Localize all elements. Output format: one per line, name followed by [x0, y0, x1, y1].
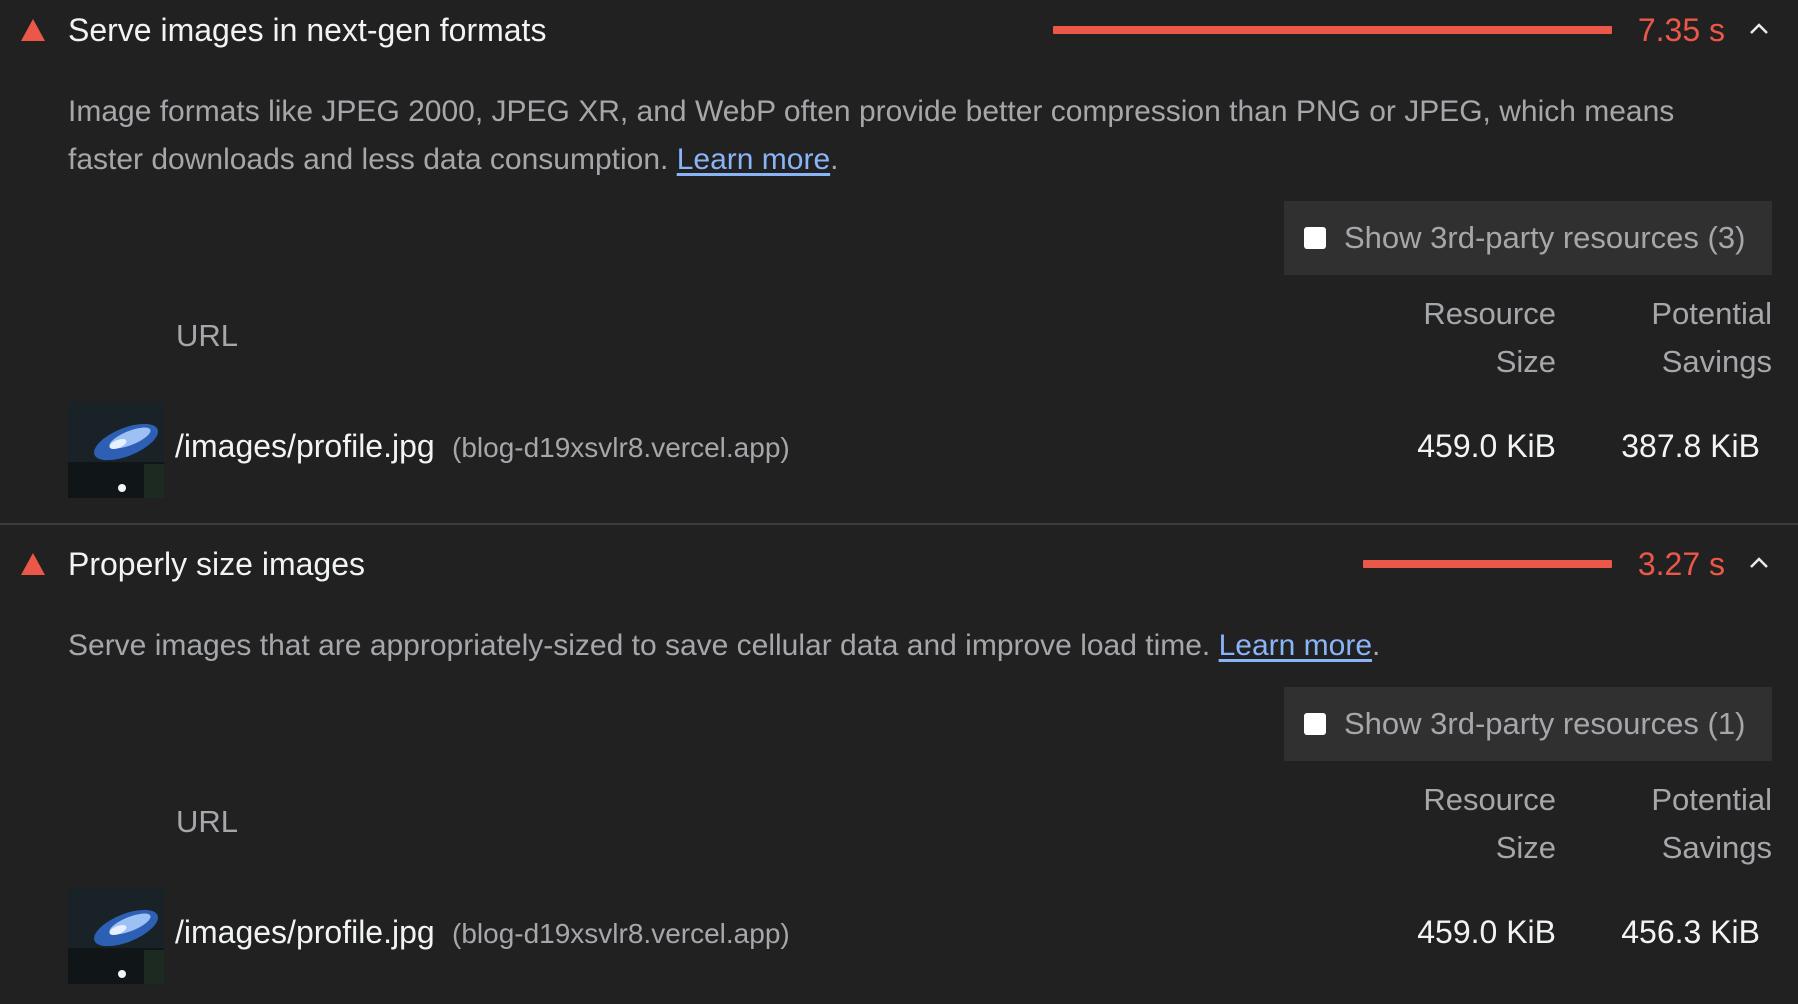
learn-more-link[interactable]: Learn more: [677, 143, 830, 176]
trailing-period: .: [830, 143, 839, 176]
url-host: (blog-d19xsvlr8.vercel.app): [452, 918, 790, 949]
potential-savings-value: 387.8 KiB: [1621, 428, 1760, 464]
image-thumbnail: [68, 888, 164, 984]
chevron-up-icon[interactable]: [1748, 20, 1770, 38]
audit-title: Properly size images: [68, 546, 365, 582]
table-row: /images/profile.jpg (blog-d19xsvlr8.verc…: [0, 402, 1798, 498]
third-party-label: Show 3rd-party resources (3): [1344, 220, 1746, 255]
column-header-url: URL: [176, 318, 239, 353]
resource-size-value: 459.0 KiB: [1417, 914, 1556, 950]
image-thumbnail: [68, 402, 164, 498]
table-row: /images/profile.jpg (blog-d19xsvlr8.verc…: [0, 888, 1798, 984]
warning-triangle-icon: [21, 19, 45, 41]
third-party-checkbox[interactable]: [1304, 713, 1326, 735]
url-host: (blog-d19xsvlr8.vercel.app): [452, 432, 790, 463]
chevron-up-icon[interactable]: [1748, 554, 1770, 572]
savings-time: 3.27 s: [1637, 546, 1725, 582]
third-party-checkbox[interactable]: [1304, 227, 1326, 249]
description-text: Serve images that are appropriately-size…: [68, 629, 1211, 662]
column-header-potential-savings: Potential Savings: [1651, 782, 1772, 865]
audit-serve-next-gen-formats: Serve images in next-gen formats 7.35 s …: [0, 0, 1798, 525]
third-party-label: Show 3rd-party resources (1): [1344, 706, 1746, 741]
column-header-potential-savings: Potential Savings: [1651, 296, 1772, 379]
resource-size-value: 459.0 KiB: [1417, 428, 1556, 464]
url-path-link[interactable]: /images/profile.jpg: [175, 914, 435, 951]
audit-properly-size-images: Properly size images 3.27 s Serve images…: [0, 534, 1798, 1004]
savings-bar: [1363, 560, 1612, 568]
trailing-period: .: [1372, 629, 1381, 662]
column-header-resource-size: Resource Size: [1423, 296, 1556, 379]
audit-description: Image formats like JPEG 2000, JPEG XR, a…: [68, 88, 1708, 184]
third-party-toggle[interactable]: Show 3rd-party resources (3): [1284, 201, 1772, 275]
column-header-resource-size: Resource Size: [1423, 782, 1556, 865]
savings-time: 7.35 s: [1637, 12, 1725, 48]
warning-triangle-icon: [21, 553, 45, 575]
learn-more-link[interactable]: Learn more: [1219, 629, 1372, 662]
savings-bar: [1053, 26, 1612, 34]
audit-description: Serve images that are appropriately-size…: [68, 622, 1708, 670]
description-text: Image formats like JPEG 2000, JPEG XR, a…: [68, 95, 1675, 176]
potential-savings-value: 456.3 KiB: [1621, 914, 1760, 950]
third-party-toggle[interactable]: Show 3rd-party resources (1): [1284, 687, 1772, 761]
url-path-link[interactable]: /images/profile.jpg: [175, 428, 435, 465]
column-header-url: URL: [176, 804, 239, 839]
audit-title: Serve images in next-gen formats: [68, 12, 547, 48]
audit-header[interactable]: Properly size images 3.27 s: [0, 534, 1798, 592]
audit-header[interactable]: Serve images in next-gen formats 7.35 s: [0, 0, 1798, 58]
